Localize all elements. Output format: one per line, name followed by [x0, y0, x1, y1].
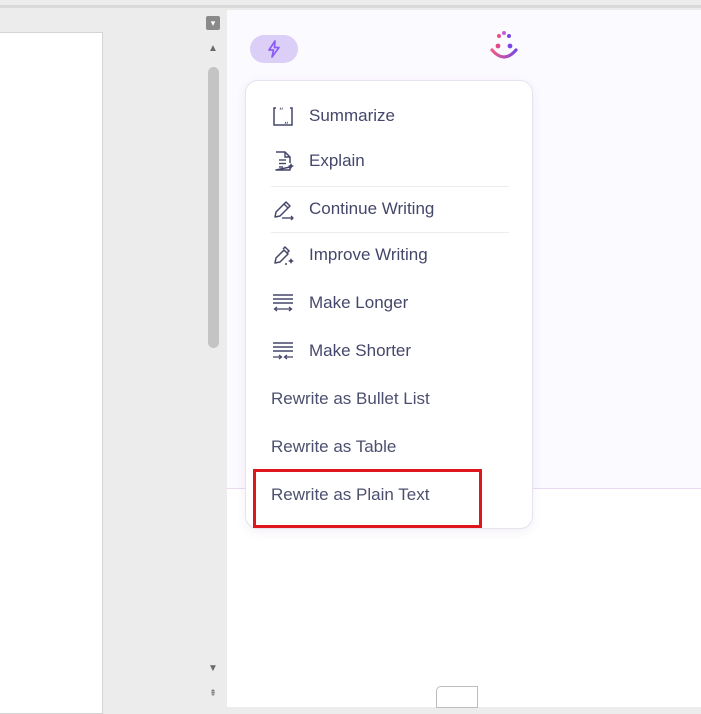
menu-item-make-longer[interactable]: Make Longer [246, 281, 532, 325]
make-longer-icon [273, 294, 293, 312]
improve-writing-icon [274, 245, 294, 265]
menu-item-rewrite-table[interactable]: Rewrite as Table [246, 425, 532, 469]
scroll-up-button[interactable]: ▲ [206, 42, 220, 56]
scrollbar-thumb[interactable] [208, 67, 219, 348]
ai-sparkle-icon [268, 40, 280, 58]
menu-item-continue-writing[interactable]: Continue Writing [246, 187, 532, 231]
make-shorter-icon [273, 342, 293, 360]
menu-item-label: Make Shorter [309, 341, 412, 360]
menu-item-label: Summarize [309, 106, 395, 125]
highlight-box [253, 469, 482, 528]
scroll-down-button[interactable]: ▼ [206, 662, 220, 676]
vertical-scrollbar[interactable]: ▾ ▲ ▼ ⇞ [200, 12, 226, 706]
document-page[interactable] [0, 32, 103, 714]
menu-item-label: Make Longer [309, 293, 409, 312]
top-border [0, 5, 701, 8]
menu-item-label: Rewrite as Table [271, 437, 397, 456]
ai-mode-badge[interactable] [250, 35, 298, 63]
menu-item-explain[interactable]: Explain [246, 139, 532, 183]
scroll-page-up-button[interactable]: ⇞ [206, 686, 220, 700]
smiley-sparkle-icon[interactable] [486, 30, 520, 64]
menu-item-improve-writing[interactable]: Improve Writing [246, 233, 532, 277]
menu-item-label: Continue Writing [309, 199, 435, 218]
continue-writing-icon [274, 201, 294, 221]
svg-text:“: “ [279, 107, 284, 117]
menu-item-label: Explain [309, 151, 365, 170]
menu-item-summarize[interactable]: “ „ Summarize [246, 94, 532, 138]
menu-item-label: Improve Writing [309, 245, 428, 264]
scroll-top-button[interactable]: ▾ [206, 16, 220, 30]
explain-icon [275, 151, 294, 171]
ai-actions-menu: “ „ Summarize Explain Continue Writing I… [245, 80, 533, 529]
menu-item-make-shorter[interactable]: Make Shorter [246, 329, 532, 373]
corner-control[interactable] [436, 686, 478, 708]
menu-item-rewrite-bullet-list[interactable]: Rewrite as Bullet List [246, 377, 532, 421]
svg-text:„: „ [284, 116, 289, 126]
summarize-icon: “ „ [273, 107, 293, 126]
menu-item-label: Rewrite as Bullet List [271, 389, 430, 408]
